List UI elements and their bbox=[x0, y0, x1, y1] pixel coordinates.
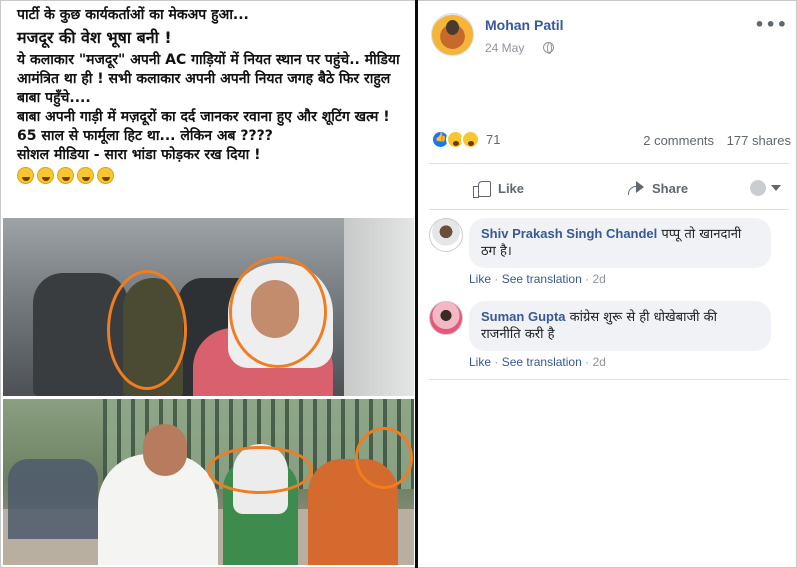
highlight-circle bbox=[229, 256, 327, 368]
caption-line-4: बाबा अपनी गाड़ी में मज़दूरों का दर्द जान… bbox=[17, 109, 390, 125]
wow-reaction-icon bbox=[461, 130, 480, 149]
highlight-circle bbox=[107, 270, 187, 390]
share-button-label: Share bbox=[652, 180, 689, 196]
caption-line-5: 65 साल से फार्मूला हिट था... लेकिन अब ??… bbox=[17, 128, 273, 144]
highlight-circle bbox=[207, 446, 313, 494]
post-date[interactable]: 24 May bbox=[485, 41, 524, 55]
author-name[interactable]: Mohan Patil bbox=[485, 17, 564, 33]
laughing-emoji-icon bbox=[57, 167, 74, 184]
car-photo bbox=[3, 218, 414, 396]
grin-emoji-icon bbox=[97, 167, 114, 184]
comment-time[interactable]: 2d bbox=[592, 355, 605, 369]
caption-line-3: ये कलाकार "मजदूर" अपनी AC गाड़ियों में न… bbox=[17, 52, 400, 106]
shares-count-link[interactable]: 177 shares bbox=[727, 133, 791, 148]
comment-meta: Like · See translation · 2d bbox=[469, 355, 606, 369]
more-options-icon[interactable]: ••• bbox=[754, 15, 788, 34]
see-translation-link[interactable]: See translation bbox=[502, 272, 582, 286]
share-arrow-icon bbox=[627, 180, 645, 196]
caption-line-2: मजदूर की वेश भूषा बनी ! bbox=[17, 28, 172, 47]
comment-meta: Like · See translation · 2d bbox=[469, 272, 606, 286]
image-caption-text: पार्टी के कुछ कार्यकर्ताओं का मेकअप हुआ.… bbox=[3, 3, 414, 218]
share-button[interactable]: Share bbox=[627, 168, 688, 208]
caption-line-1: पार्टी के कुछ कार्यकर्ताओं का मेकअप हुआ.… bbox=[17, 7, 249, 23]
shared-post-image[interactable]: पार्टी के कुछ कार्यकर्ताओं का मेकअप हुआ.… bbox=[3, 3, 414, 565]
like-button-label: Like bbox=[498, 180, 525, 196]
commenter-name[interactable]: Shiv Prakash Singh Chandel bbox=[481, 226, 657, 241]
commenter-avatar[interactable] bbox=[429, 301, 463, 335]
emoji-row bbox=[17, 167, 404, 184]
comments-count-link[interactable]: 2 comments bbox=[643, 133, 714, 148]
commenter-name[interactable]: Suman Gupta bbox=[481, 309, 566, 324]
street-photo bbox=[3, 399, 414, 565]
post-actions: Like Share bbox=[419, 168, 794, 208]
comment-bubble: Shiv Prakash Singh Chandel पप्पू तो खानद… bbox=[469, 218, 771, 268]
engagement-counts: 2 comments 177 shares bbox=[643, 133, 791, 148]
comment-like-link[interactable]: Like bbox=[469, 272, 491, 286]
comment-like-link[interactable]: Like bbox=[469, 355, 491, 369]
author-avatar[interactable] bbox=[431, 13, 474, 56]
user-avatar-icon bbox=[750, 180, 766, 196]
reactions-summary[interactable]: 71 bbox=[431, 130, 500, 149]
comment-bubble: Suman Gupta कांग्रेस शुरू से ही धोखेबाजी… bbox=[469, 301, 771, 351]
caption-line-6: सोशल मीडिया - सारा भांडा फोड़कर रख दिया … bbox=[17, 147, 261, 163]
highlight-circle bbox=[355, 427, 413, 489]
like-button[interactable]: Like bbox=[473, 168, 524, 208]
rofl-emoji-icon bbox=[37, 167, 54, 184]
facebook-post: Mohan Patil 24 May ••• 71 2 comments 177… bbox=[419, 3, 794, 565]
squint-tongue-emoji-icon bbox=[77, 167, 94, 184]
chevron-down-icon bbox=[771, 185, 781, 191]
comment-time[interactable]: 2d bbox=[592, 272, 605, 286]
globe-icon bbox=[543, 42, 554, 54]
see-translation-link[interactable]: See translation bbox=[502, 355, 582, 369]
divider bbox=[429, 209, 789, 210]
thumbs-up-icon bbox=[473, 179, 491, 198]
commenter-avatar[interactable] bbox=[429, 218, 463, 252]
audience-selector[interactable] bbox=[750, 180, 781, 196]
reaction-count: 71 bbox=[486, 132, 501, 147]
divider bbox=[429, 163, 789, 164]
laughing-emoji-icon bbox=[17, 167, 34, 184]
divider bbox=[429, 379, 789, 380]
panel-divider bbox=[415, 0, 418, 568]
